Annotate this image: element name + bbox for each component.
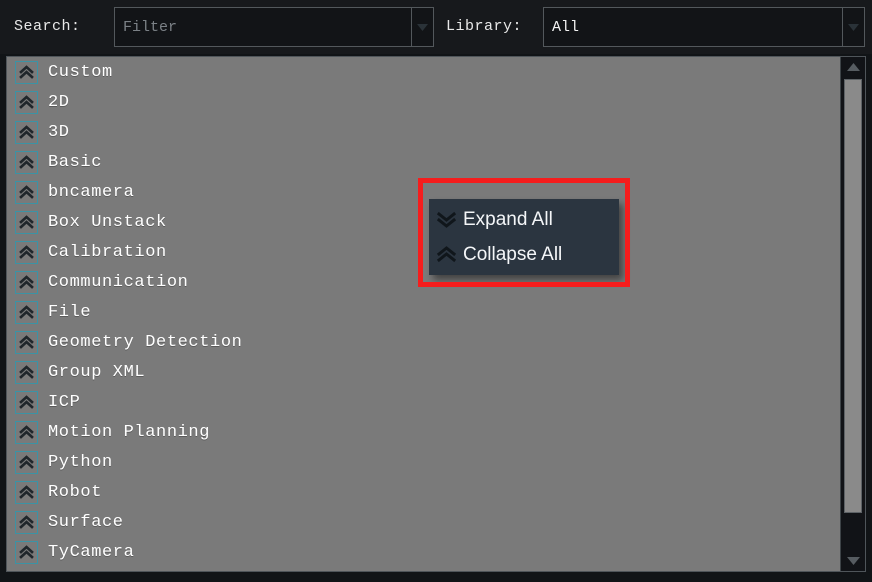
double-chevron-up-icon[interactable] bbox=[15, 420, 38, 444]
tree-row-label: File bbox=[48, 302, 92, 322]
menu-item-expand-all[interactable]: Expand All bbox=[429, 202, 619, 237]
tree-row[interactable]: bncamera bbox=[7, 177, 840, 207]
tree-row-label: Box Unstack bbox=[48, 212, 167, 232]
tree-row-label: Calibration bbox=[48, 242, 167, 262]
chevron-down-icon bbox=[417, 23, 428, 31]
tree-row-label: bncamera bbox=[48, 182, 135, 202]
double-chevron-up-icon[interactable] bbox=[15, 180, 38, 204]
library-tree-panel: Custom 2D 3D Basic bncamera Box Unstack Calibr… bbox=[6, 56, 866, 572]
tree-row[interactable]: TyCamera bbox=[7, 537, 840, 567]
double-chevron-up-icon bbox=[429, 246, 463, 263]
list-vertical-scrollbar[interactable] bbox=[840, 57, 865, 571]
tree-row-label: Basic bbox=[48, 152, 103, 172]
tree-row-label: Communication bbox=[48, 272, 189, 292]
tree-row-label: Geometry Detection bbox=[48, 332, 243, 352]
double-chevron-down-icon bbox=[429, 211, 463, 228]
tree-row-label: Group XML bbox=[48, 362, 146, 382]
double-chevron-up-icon[interactable] bbox=[15, 330, 38, 354]
tree-row[interactable]: ICP bbox=[7, 387, 840, 417]
tree-row[interactable]: Communication bbox=[7, 267, 840, 297]
tree-row[interactable]: Group XML bbox=[7, 357, 840, 387]
tree-row[interactable]: Motion Planning bbox=[7, 417, 840, 447]
scrollbar-thumb[interactable] bbox=[844, 79, 862, 513]
tree-row-label: 3D bbox=[48, 122, 70, 142]
arrow-down-icon bbox=[846, 557, 860, 565]
search-combobox[interactable]: Filter bbox=[114, 7, 434, 47]
menu-item-collapse-all[interactable]: Collapse All bbox=[429, 237, 619, 272]
search-input[interactable]: Filter bbox=[115, 8, 411, 46]
tree-row-label: Surface bbox=[48, 512, 124, 532]
tree-row-label: Robot bbox=[48, 482, 103, 502]
double-chevron-up-icon[interactable] bbox=[15, 150, 38, 174]
library-value[interactable]: All bbox=[544, 8, 842, 46]
search-label: Search: bbox=[14, 18, 81, 35]
double-chevron-up-icon[interactable] bbox=[15, 120, 38, 144]
double-chevron-up-icon[interactable] bbox=[15, 300, 38, 324]
library-dropdown-button[interactable] bbox=[842, 8, 864, 46]
search-dropdown-button[interactable] bbox=[411, 8, 433, 46]
library-combobox[interactable]: All bbox=[543, 7, 865, 47]
double-chevron-up-icon[interactable] bbox=[15, 60, 38, 84]
tree-context-menu[interactable]: Expand All Collapse All bbox=[429, 199, 619, 275]
tree-row-label: Python bbox=[48, 452, 113, 472]
double-chevron-up-icon[interactable] bbox=[15, 90, 38, 114]
tree-row-label: ICP bbox=[48, 392, 81, 412]
tree-row[interactable]: 3D bbox=[7, 117, 840, 147]
tree-row-label: Motion Planning bbox=[48, 422, 211, 442]
scrollbar-down-button[interactable] bbox=[841, 551, 865, 571]
double-chevron-up-icon[interactable] bbox=[15, 210, 38, 234]
top-toolbar: Search: Filter Library: All bbox=[0, 0, 872, 54]
double-chevron-up-icon[interactable] bbox=[15, 390, 38, 414]
tree-row-label: 2D bbox=[48, 92, 70, 112]
menu-item-label: Expand All bbox=[463, 208, 553, 230]
tree-row[interactable]: Surface bbox=[7, 507, 840, 537]
tree-row[interactable]: Basic bbox=[7, 147, 840, 177]
arrow-up-icon bbox=[846, 63, 860, 71]
double-chevron-up-icon[interactable] bbox=[15, 360, 38, 384]
tree-row[interactable]: Python bbox=[7, 447, 840, 477]
chevron-down-icon bbox=[848, 23, 859, 31]
double-chevron-up-icon[interactable] bbox=[15, 510, 38, 534]
double-chevron-up-icon[interactable] bbox=[15, 270, 38, 294]
tree-row[interactable]: 2D bbox=[7, 87, 840, 117]
tree-row[interactable]: File bbox=[7, 297, 840, 327]
double-chevron-up-icon[interactable] bbox=[15, 480, 38, 504]
tree-row[interactable]: Box Unstack bbox=[7, 207, 840, 237]
double-chevron-up-icon[interactable] bbox=[15, 240, 38, 264]
library-tree-list: Custom 2D 3D Basic bncamera Box Unstack Calibr… bbox=[7, 57, 840, 571]
tree-row[interactable]: Robot bbox=[7, 477, 840, 507]
tree-row[interactable]: Geometry Detection bbox=[7, 327, 840, 357]
library-label: Library: bbox=[446, 18, 523, 35]
menu-item-label: Collapse All bbox=[463, 243, 563, 265]
tree-row[interactable]: Custom bbox=[7, 57, 840, 87]
tree-row-label: TyCamera bbox=[48, 542, 135, 562]
double-chevron-up-icon[interactable] bbox=[15, 540, 38, 564]
tree-row-label: Custom bbox=[48, 62, 113, 82]
scrollbar-up-button[interactable] bbox=[841, 57, 865, 77]
tree-row[interactable]: Calibration bbox=[7, 237, 840, 267]
double-chevron-up-icon[interactable] bbox=[15, 450, 38, 474]
